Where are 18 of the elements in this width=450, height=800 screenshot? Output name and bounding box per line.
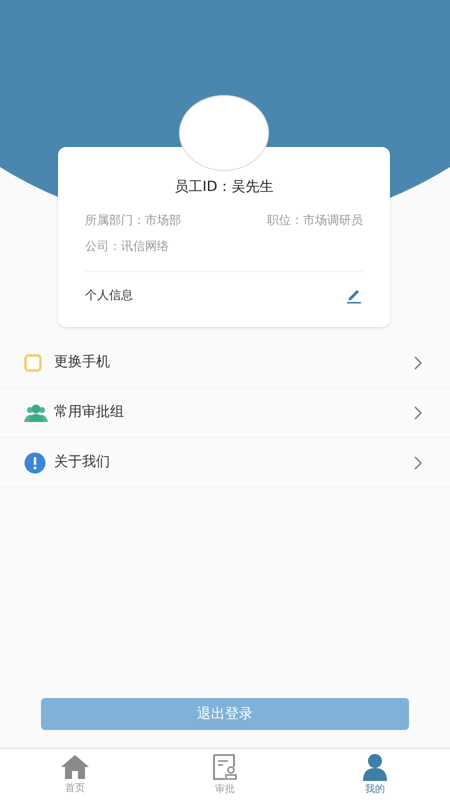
personal-info-link[interactable]: 个人信息 bbox=[85, 286, 133, 304]
home-icon bbox=[60, 754, 90, 780]
menu-item[interactable]: 常用审批组 bbox=[0, 388, 450, 438]
tab[interactable]: 我的 bbox=[300, 749, 450, 800]
user-icon bbox=[360, 752, 390, 780]
position-text: 职位：市场调研员 bbox=[267, 212, 363, 229]
exclamation-icon bbox=[24, 452, 46, 474]
department-text: 所属部门：市场部 bbox=[85, 212, 181, 229]
menu-item[interactable]: 更换手机 bbox=[0, 338, 450, 388]
chevron-right-icon bbox=[414, 456, 422, 470]
document-stamp-icon bbox=[212, 752, 238, 780]
menu-item[interactable]: 关于我们 bbox=[0, 438, 450, 488]
employee-id: 员工ID：吴先生 bbox=[174, 178, 274, 197]
people-icon bbox=[24, 402, 48, 422]
company-text: 公司：讯信网络 bbox=[85, 238, 170, 255]
square-icon bbox=[24, 354, 42, 372]
chevron-right-icon bbox=[414, 356, 422, 370]
chevron-right-icon bbox=[414, 406, 422, 420]
